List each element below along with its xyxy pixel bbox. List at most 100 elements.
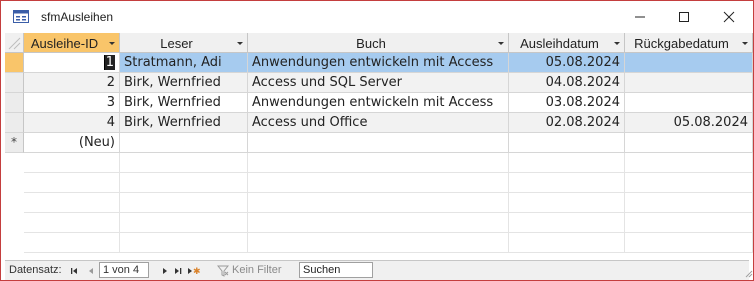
table-row[interactable]: 4 Birk, Wernfried Access und Office 02.0… [5, 113, 753, 133]
empty-cell [509, 153, 625, 173]
cell-rueckgabedatum[interactable] [625, 93, 753, 113]
empty-cell [120, 213, 248, 233]
cell-leser[interactable]: Stratmann, Adi [120, 53, 248, 73]
column-label: Buch [356, 36, 386, 51]
cell-rueckgabedatum[interactable] [625, 53, 753, 73]
empty-cell [248, 153, 509, 173]
header-row: Ausleihe-ID Leser Buch Ausleihdatum Rück… [5, 33, 753, 54]
cell-leser[interactable] [120, 133, 248, 153]
new-record-icon[interactable]: ✱ [186, 265, 200, 277]
column-header-ausleihe-id[interactable]: Ausleihe-ID [24, 33, 120, 53]
cell-buch[interactable]: Anwendungen entwickeln mit Access [248, 93, 509, 113]
column-label: Rückgabedatum [634, 36, 729, 51]
column-header-ausleihdatum[interactable]: Ausleihdatum [509, 33, 625, 53]
column-header-buch[interactable]: Buch [248, 33, 509, 53]
cell-ausleihdatum[interactable] [509, 133, 625, 153]
cell-ausleihe-id[interactable]: 3 [24, 93, 120, 113]
empty-cell [24, 193, 120, 213]
empty-cell [120, 153, 248, 173]
new-record-marker[interactable]: * [5, 133, 24, 153]
select-all-button[interactable] [5, 33, 24, 53]
cell-leser[interactable]: Birk, Wernfried [120, 73, 248, 93]
first-record-icon[interactable] [70, 265, 80, 277]
column-header-rueckgabedatum[interactable]: Rückgabedatum [625, 33, 753, 53]
maximize-button[interactable] [662, 1, 706, 33]
empty-cell [509, 213, 625, 233]
cell-ausleihe-id[interactable]: 2 [24, 73, 120, 93]
empty-cell [24, 233, 120, 253]
record-selector[interactable] [5, 73, 24, 93]
close-icon [723, 11, 735, 23]
next-record-icon[interactable] [160, 265, 170, 277]
window-title: sfmAusleihen [41, 10, 114, 24]
resize-grip-icon[interactable] [745, 270, 753, 278]
new-record-row[interactable]: * (Neu) [5, 133, 753, 153]
chevron-down-icon[interactable] [237, 42, 243, 45]
previous-record-icon[interactable] [86, 265, 96, 277]
record-selector[interactable] [5, 53, 24, 73]
title-bar[interactable]: sfmAusleihen [1, 1, 753, 33]
cell-buch[interactable] [248, 133, 509, 153]
last-record-icon[interactable] [173, 265, 183, 277]
record-selector[interactable] [5, 93, 24, 113]
chevron-down-icon[interactable] [742, 42, 748, 45]
filter-icon [217, 265, 229, 277]
empty-cell [248, 233, 509, 253]
empty-cell [120, 193, 248, 213]
empty-cell [509, 233, 625, 253]
column-label: Ausleihdatum [520, 36, 599, 51]
minimize-button[interactable] [618, 1, 662, 33]
cell-rueckgabedatum[interactable] [625, 73, 753, 93]
cell-ausleihe-id[interactable]: 4 [24, 113, 120, 133]
select-all-icon [8, 37, 21, 50]
search-input[interactable]: Suchen [299, 262, 373, 278]
no-filter-button[interactable]: Kein Filter [232, 264, 282, 276]
empty-cell [120, 233, 248, 253]
cell-buch[interactable]: Access und SQL Server [248, 73, 509, 93]
column-header-leser[interactable]: Leser [120, 33, 248, 53]
empty-cell [24, 213, 120, 233]
empty-cell [625, 233, 753, 253]
cell-ausleihdatum[interactable]: 04.08.2024 [509, 73, 625, 93]
cell-ausleihe-id[interactable]: 1 [24, 53, 120, 73]
column-label: Leser [160, 36, 193, 51]
table-row[interactable]: 1 Stratmann, Adi Anwendungen entwickeln … [5, 53, 753, 73]
cell-leser[interactable]: Birk, Wernfried [120, 93, 248, 113]
empty-row [5, 173, 753, 193]
empty-cell [24, 173, 120, 193]
empty-row [5, 153, 753, 173]
cell-leser[interactable]: Birk, Wernfried [120, 113, 248, 133]
empty-cell [625, 173, 753, 193]
empty-cell [625, 153, 753, 173]
column-label: Ausleihe-ID [30, 36, 99, 51]
cell-ausleihe-id[interactable]: (Neu) [24, 133, 120, 153]
cell-buch[interactable]: Anwendungen entwickeln mit Access [248, 53, 509, 73]
empty-cell [248, 193, 509, 213]
empty-cell [24, 153, 120, 173]
current-record-field[interactable]: 1 von 4 [99, 262, 149, 278]
subform-window: sfmAusleihen Ausleihe-ID Leser Buch Ausl… [0, 0, 754, 281]
chevron-down-icon[interactable] [109, 42, 115, 45]
datasheet-grid: Ausleihe-ID Leser Buch Ausleihdatum Rück… [5, 33, 753, 261]
empty-row [5, 193, 753, 213]
empty-cell [248, 213, 509, 233]
close-button[interactable] [707, 1, 751, 33]
maximize-icon [679, 12, 689, 22]
table-row[interactable]: 3 Birk, Wernfried Anwendungen entwickeln… [5, 93, 753, 113]
cell-ausleihdatum[interactable]: 02.08.2024 [509, 113, 625, 133]
form-icon [13, 10, 29, 23]
empty-row [5, 213, 753, 233]
record-selector[interactable] [5, 113, 24, 133]
record-label: Datensatz: [9, 264, 62, 276]
cell-rueckgabedatum[interactable]: 05.08.2024 [625, 113, 753, 133]
empty-cell [248, 173, 509, 193]
chevron-down-icon[interactable] [498, 42, 504, 45]
empty-cell [120, 173, 248, 193]
cell-ausleihdatum[interactable]: 05.08.2024 [509, 53, 625, 73]
table-row[interactable]: 2 Birk, Wernfried Access und SQL Server … [5, 73, 753, 93]
chevron-down-icon[interactable] [614, 42, 620, 45]
cell-buch[interactable]: Access und Office [248, 113, 509, 133]
minimize-icon [635, 16, 645, 18]
cell-rueckgabedatum[interactable] [625, 133, 753, 153]
cell-ausleihdatum[interactable]: 03.08.2024 [509, 93, 625, 113]
